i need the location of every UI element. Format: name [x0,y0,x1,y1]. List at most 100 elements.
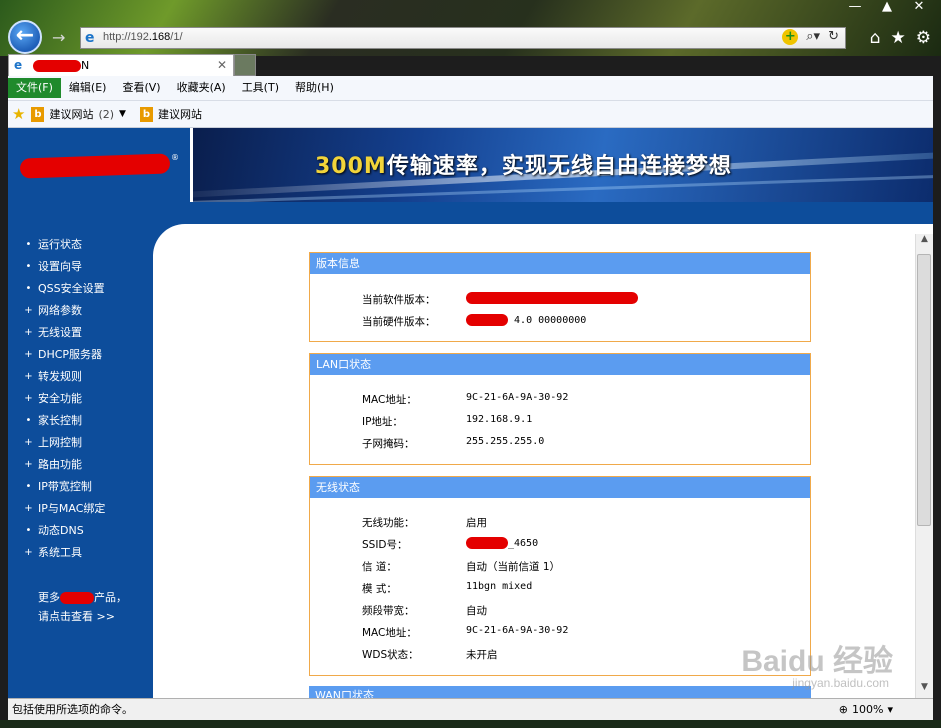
add-favorite-star-icon[interactable]: ★ [12,105,25,123]
row-value: 11bgn mixed [466,581,533,592]
sidebar-item-label: 家长控制 [38,414,82,427]
sidebar-item[interactable]: + 路由功能 [24,454,105,476]
bullet-icon: • [25,525,32,536]
tab-close-icon[interactable]: ✕ [217,58,227,72]
search-icon[interactable]: ⌕▾ [806,29,820,45]
vertical-scrollbar[interactable]: ▲ ▼ [915,234,933,698]
sidebar-item-label: 无线设置 [38,326,82,339]
row-label: WDS状态： [362,649,419,661]
sidebar-item[interactable]: + 网络参数 [24,300,105,322]
expand-icon: + [24,459,33,470]
expand-icon: + [24,393,33,404]
baidu-watermark-url: jingyan.baidu.com [792,676,889,690]
sidebar-item-label: DHCP服务器 [38,348,103,361]
sidebar-item[interactable]: + DHCP服务器 [24,344,105,366]
sidebar-item[interactable]: + 无线设置 [24,322,105,344]
redacted-logo [19,153,171,179]
zoom-icon: ⊕ [838,703,849,716]
forward-button[interactable]: → [52,28,65,47]
add-icon[interactable]: + [782,29,799,45]
scroll-up-icon[interactable]: ▲ [916,234,933,250]
sidebar-item[interactable]: + 转发规则 [24,366,105,388]
bing-icon: b [31,106,45,122]
sidebar-item[interactable]: + 系统工具 [24,542,105,564]
more-products-link[interactable]: 更多 产品， 请点击查看 >> [38,588,127,626]
wan-status-panel-title: WAN口状态 [309,686,811,698]
header-banner: 300M传输速率，实现无线自由连接梦想 [193,128,933,202]
address-bar[interactable]: e http://192.168/1/ + ⌕▾ ↻ [80,27,846,49]
browser-tab-active[interactable]: e N ✕ [8,54,234,76]
bullet-icon: • [25,239,32,250]
ie-page-icon: e [85,30,95,46]
sidebar-item-label: 转发规则 [38,370,82,383]
row-value: 192.168.9.1 [466,414,533,425]
menu-view[interactable]: 查看(V) [114,78,168,98]
sidebar: • 运行状态 • 设置向导 • QSS安全设置 + 网络参数 + 无线设置 + DHCP服务器 + 转发规… [8,224,153,698]
menu-favorites[interactable]: 收藏夹(A) [169,78,234,98]
expand-icon: + [24,305,33,316]
sidebar-item-label: 动态DNS [38,524,84,537]
redaction-mark [60,592,94,604]
sidebar-item[interactable]: • 设置向导 [24,256,105,278]
menu-tools[interactable]: 工具(T) [234,78,287,98]
sidebar-item-label: 设置向导 [38,260,82,273]
row-value: 9C-21-6A-9A-30-92 [466,392,569,403]
scroll-down-icon[interactable]: ▼ [916,682,933,698]
sidebar-item[interactable]: + 安全功能 [24,388,105,410]
zoom-control[interactable]: ⊕ 100% ▾ [839,699,893,721]
menu-help[interactable]: 帮助(H) [287,78,342,98]
suggested-sites-link-2[interactable]: b 建议网站 [139,106,202,122]
address-tools: + ⌕▾ ↻ [782,29,839,45]
sidebar-item[interactable]: • QSS安全设置 [24,278,105,300]
panel-title: 版本信息 [310,253,810,274]
brand-logo: ® [8,128,193,202]
chevron-down-icon[interactable]: ▼ [119,109,126,119]
expand-icon: + [24,371,33,382]
status-bar: 包括使用所选项的命令。 ⊕ 100% ▾ [8,698,933,721]
panel-title: 无线状态 [310,477,810,498]
banner-slogan: 300M传输速率，实现无线自由连接梦想 [315,154,732,179]
address-url[interactable]: http://192.168/1/ [103,31,183,43]
sidebar-item[interactable]: • 动态DNS [24,520,105,542]
row-label: 频段带宽： [362,605,415,617]
minimize-button[interactable]: — [841,0,869,16]
close-window-button[interactable]: ✕ [905,0,933,16]
bing-icon: b [139,106,153,122]
window-titlebar: — ▲ ✕ ← → e http://192.168/1/ + ⌕▾ ↻ ⌂ ★… [0,0,941,56]
refresh-icon[interactable]: ↻ [828,29,839,45]
panel-title: LAN口状态 [310,354,810,375]
chevron-down-icon: ▾ [887,703,893,716]
redaction-mark [466,314,508,326]
sidebar-item-label: 上网控制 [38,436,82,449]
home-icon[interactable]: ⌂ [870,28,881,48]
maximize-button[interactable]: ▲ [873,0,901,16]
sidebar-item[interactable]: • 运行状态 [24,234,105,256]
row-value: 未开启 [466,649,498,661]
row-label: 信 道： [362,561,397,573]
settings-gear-icon[interactable]: ⚙ [916,28,931,48]
scroll-thumb[interactable] [917,254,931,526]
back-button[interactable]: ← [8,20,42,54]
row-value: 9C-21-6A-9A-30-92 [466,625,569,636]
row-label: 无线功能： [362,517,415,529]
wireless-status-panel: 无线状态 无线功能： 启用 SSID号： _4650 信 道： 自动（当前信道 1） 模 式… [309,476,811,676]
favorites-star-icon[interactable]: ★ [891,28,906,48]
row-value: 自动（当前信道 1） [466,561,561,573]
row-label: MAC地址： [362,627,417,639]
menu-edit[interactable]: 编辑(E) [61,78,115,98]
suggested-sites-link[interactable]: b 建议网站 (2) ▼ [31,106,126,122]
sidebar-item[interactable]: + 上网控制 [24,432,105,454]
sidebar-item[interactable]: • 家长控制 [24,410,105,432]
lan-status-panel: LAN口状态 MAC地址： 9C-21-6A-9A-30-92 IP地址： 192.1… [309,353,811,465]
menu-file[interactable]: 文件(F) [8,78,61,98]
sidebar-item-label: IP带宽控制 [38,480,92,493]
row-label: 模 式： [362,583,397,595]
row-label: 子网掩码： [362,438,415,450]
expand-icon: + [24,349,33,360]
sidebar-item-label: 路由功能 [38,458,82,471]
sidebar-item[interactable]: + IP与MAC绑定 [24,498,105,520]
bullet-icon: • [25,261,32,272]
row-value: 255.255.255.0 [466,436,545,447]
sidebar-item[interactable]: • IP带宽控制 [24,476,105,498]
new-tab-button[interactable] [234,54,256,76]
